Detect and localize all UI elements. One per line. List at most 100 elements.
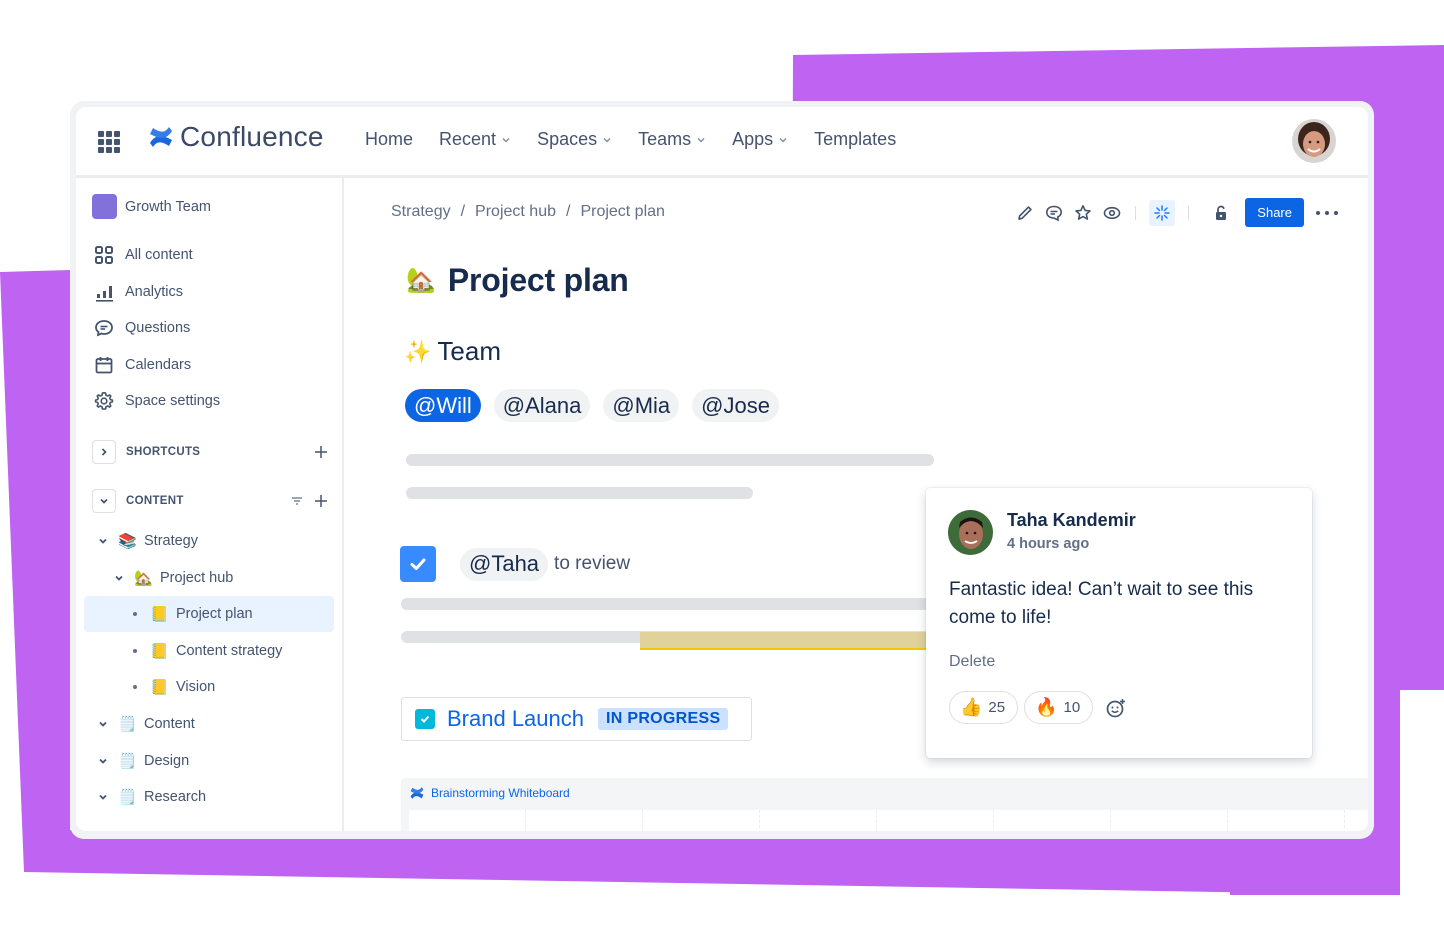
page-emoji: 🏡 bbox=[406, 267, 436, 294]
watch-icon bbox=[1103, 206, 1121, 219]
page-content: Strategy / Project hub / Project plan Sh… bbox=[346, 178, 1368, 831]
tree-item-project-plan[interactable]: 📒 Project plan bbox=[84, 596, 334, 633]
edit-button[interactable] bbox=[1015, 203, 1035, 223]
shortcuts-expand-button[interactable] bbox=[92, 440, 116, 464]
task-mention[interactable]: @Taha bbox=[460, 547, 549, 581]
star-button[interactable] bbox=[1073, 203, 1093, 223]
nav-item-recent[interactable]: Recent bbox=[439, 129, 511, 150]
comment-body: Fantastic idea! Can’t wait to see this c… bbox=[949, 579, 1254, 628]
page-emoji-icon: 📚 bbox=[118, 533, 137, 550]
sidebar-item-space-settings[interactable]: Space settings bbox=[94, 391, 220, 411]
user-avatar[interactable] bbox=[1292, 119, 1336, 163]
tree-item-label: Content strategy bbox=[176, 642, 283, 659]
content-collapse-button[interactable] bbox=[92, 489, 116, 513]
confluence-logo[interactable]: Confluence bbox=[149, 121, 324, 153]
primary-nav: Home Recent Spaces Teams Apps Templates bbox=[365, 129, 922, 150]
more-icon[interactable] bbox=[1316, 210, 1338, 215]
tree-item-research[interactable]: 🗒️ Research bbox=[84, 779, 334, 815]
commenter-name[interactable]: Taha Kandemir bbox=[1007, 510, 1136, 531]
content-title: CONTENT bbox=[126, 495, 184, 507]
nav-item-apps[interactable]: Apps bbox=[732, 129, 788, 150]
restrictions-button[interactable] bbox=[1211, 203, 1231, 223]
grid-icon bbox=[95, 246, 113, 264]
chevron-down-icon bbox=[697, 137, 705, 143]
inline-comment-card: Taha Kandemir 4 hours ago Fantastic idea… bbox=[926, 488, 1312, 758]
tree-item-project-hub[interactable]: 🏡 Project hub bbox=[84, 560, 334, 596]
commenter-avatar[interactable] bbox=[948, 510, 993, 555]
shortcuts-title: SHORTCUTS bbox=[126, 446, 201, 458]
mention-chip[interactable]: @Jose bbox=[692, 389, 779, 422]
star-icon bbox=[1075, 204, 1092, 220]
breadcrumb-item[interactable]: Project hub bbox=[475, 203, 556, 221]
jira-issue-card[interactable]: Brand Launch IN PROGRESS bbox=[401, 697, 752, 741]
team-mentions: @Will @Alana @Mia @Jose bbox=[405, 389, 792, 422]
team-heading: ✨ Team bbox=[404, 336, 501, 367]
whiteboard-embed[interactable]: Brainstorming Whiteboard bbox=[401, 778, 1368, 831]
nav-item-spaces[interactable]: Spaces bbox=[537, 129, 612, 150]
app-frame: Confluence Home Recent Spaces Teams Apps Temp… bbox=[76, 107, 1368, 831]
expand-chevron-icon[interactable] bbox=[112, 572, 126, 584]
expand-chevron-icon[interactable] bbox=[96, 718, 110, 730]
sidebar-item-analytics[interactable]: Analytics bbox=[94, 282, 183, 302]
nav-item-label: Teams bbox=[638, 129, 692, 149]
tree-item-content-strategy[interactable]: 📒 Content strategy bbox=[84, 633, 334, 669]
share-button[interactable]: Share bbox=[1245, 198, 1304, 227]
page-emoji-icon: 🗒️ bbox=[118, 789, 137, 807]
tree-item-content[interactable]: 🗒️ Content bbox=[84, 706, 334, 742]
sidebar-item-questions[interactable]: Questions bbox=[94, 318, 190, 338]
expand-chevron-icon[interactable] bbox=[96, 791, 110, 803]
watch-button[interactable] bbox=[1102, 203, 1122, 223]
sidebar-item-label: Questions bbox=[125, 320, 191, 336]
breadcrumb: Strategy / Project hub / Project plan bbox=[391, 203, 665, 221]
reaction-fire[interactable]: 🔥 10 bbox=[1024, 691, 1094, 724]
space-header[interactable]: Growth Team bbox=[92, 194, 211, 219]
nav-item-home[interactable]: Home bbox=[365, 129, 413, 150]
space-name: Growth Team bbox=[125, 198, 211, 215]
expand-chevron-icon[interactable] bbox=[96, 535, 110, 547]
sidebar-item-all-content[interactable]: All content bbox=[94, 245, 193, 265]
sidebar-item-label: All content bbox=[125, 247, 193, 263]
sparkles-emoji: ✨ bbox=[404, 338, 432, 364]
add-content-icon[interactable] bbox=[314, 494, 328, 508]
comment-timestamp: 4 hours ago bbox=[1007, 536, 1090, 552]
whiteboard-header[interactable]: Brainstorming Whiteboard bbox=[410, 786, 570, 800]
nav-item-teams[interactable]: Teams bbox=[638, 129, 706, 150]
page-emoji-icon: 🏡 bbox=[134, 569, 153, 587]
tree-item-strategy[interactable]: 📚 Strategy bbox=[84, 523, 334, 559]
breadcrumb-item-current[interactable]: Project plan bbox=[580, 203, 665, 221]
chevron-right-icon bbox=[101, 448, 107, 456]
delete-comment-button[interactable]: Delete bbox=[949, 653, 995, 671]
mention-chip[interactable]: @Will bbox=[405, 389, 481, 422]
mention-chip[interactable]: @Mia bbox=[603, 389, 680, 422]
app-switcher-icon[interactable] bbox=[98, 131, 120, 153]
nav-item-label: Apps bbox=[732, 129, 774, 149]
toolbar-divider bbox=[1188, 205, 1190, 220]
comment-button[interactable] bbox=[1044, 203, 1064, 223]
gear-icon bbox=[94, 392, 114, 410]
whiteboard-canvas[interactable] bbox=[409, 810, 1368, 831]
task-checkbox[interactable] bbox=[400, 546, 436, 582]
reaction-thumbs-up[interactable]: 👍 25 bbox=[949, 691, 1019, 724]
expand-chevron-icon[interactable] bbox=[96, 755, 110, 767]
sidebar-item-label: Space settings bbox=[125, 393, 221, 409]
highlighted-text[interactable] bbox=[640, 632, 930, 650]
tree-item-label: Research bbox=[144, 789, 207, 806]
mention-chip[interactable]: @Alana bbox=[493, 389, 591, 422]
add-reaction-icon[interactable] bbox=[1105, 697, 1127, 719]
tree-item-design[interactable]: 🗒️ Design bbox=[84, 743, 334, 779]
bullet-icon bbox=[128, 648, 142, 653]
ai-button[interactable] bbox=[1149, 199, 1176, 226]
breadcrumb-separator: / bbox=[460, 203, 466, 220]
nav-item-templates[interactable]: Templates bbox=[814, 129, 896, 150]
breadcrumb-item[interactable]: Strategy bbox=[391, 203, 451, 221]
add-shortcut-icon[interactable] bbox=[314, 445, 328, 459]
content-section-header: CONTENT bbox=[92, 489, 328, 513]
filter-icon[interactable] bbox=[290, 494, 304, 508]
tree-item-vision[interactable]: 📒 Vision bbox=[84, 669, 334, 705]
nav-item-label: Templates bbox=[814, 129, 897, 149]
sidebar-item-calendars[interactable]: Calendars bbox=[94, 355, 191, 375]
sidebar-item-label: Calendars bbox=[125, 357, 192, 373]
app-window: Confluence Home Recent Spaces Teams Apps Temp… bbox=[70, 101, 1374, 839]
nav-item-label: Recent bbox=[439, 129, 497, 149]
chevron-down-icon bbox=[100, 498, 108, 504]
